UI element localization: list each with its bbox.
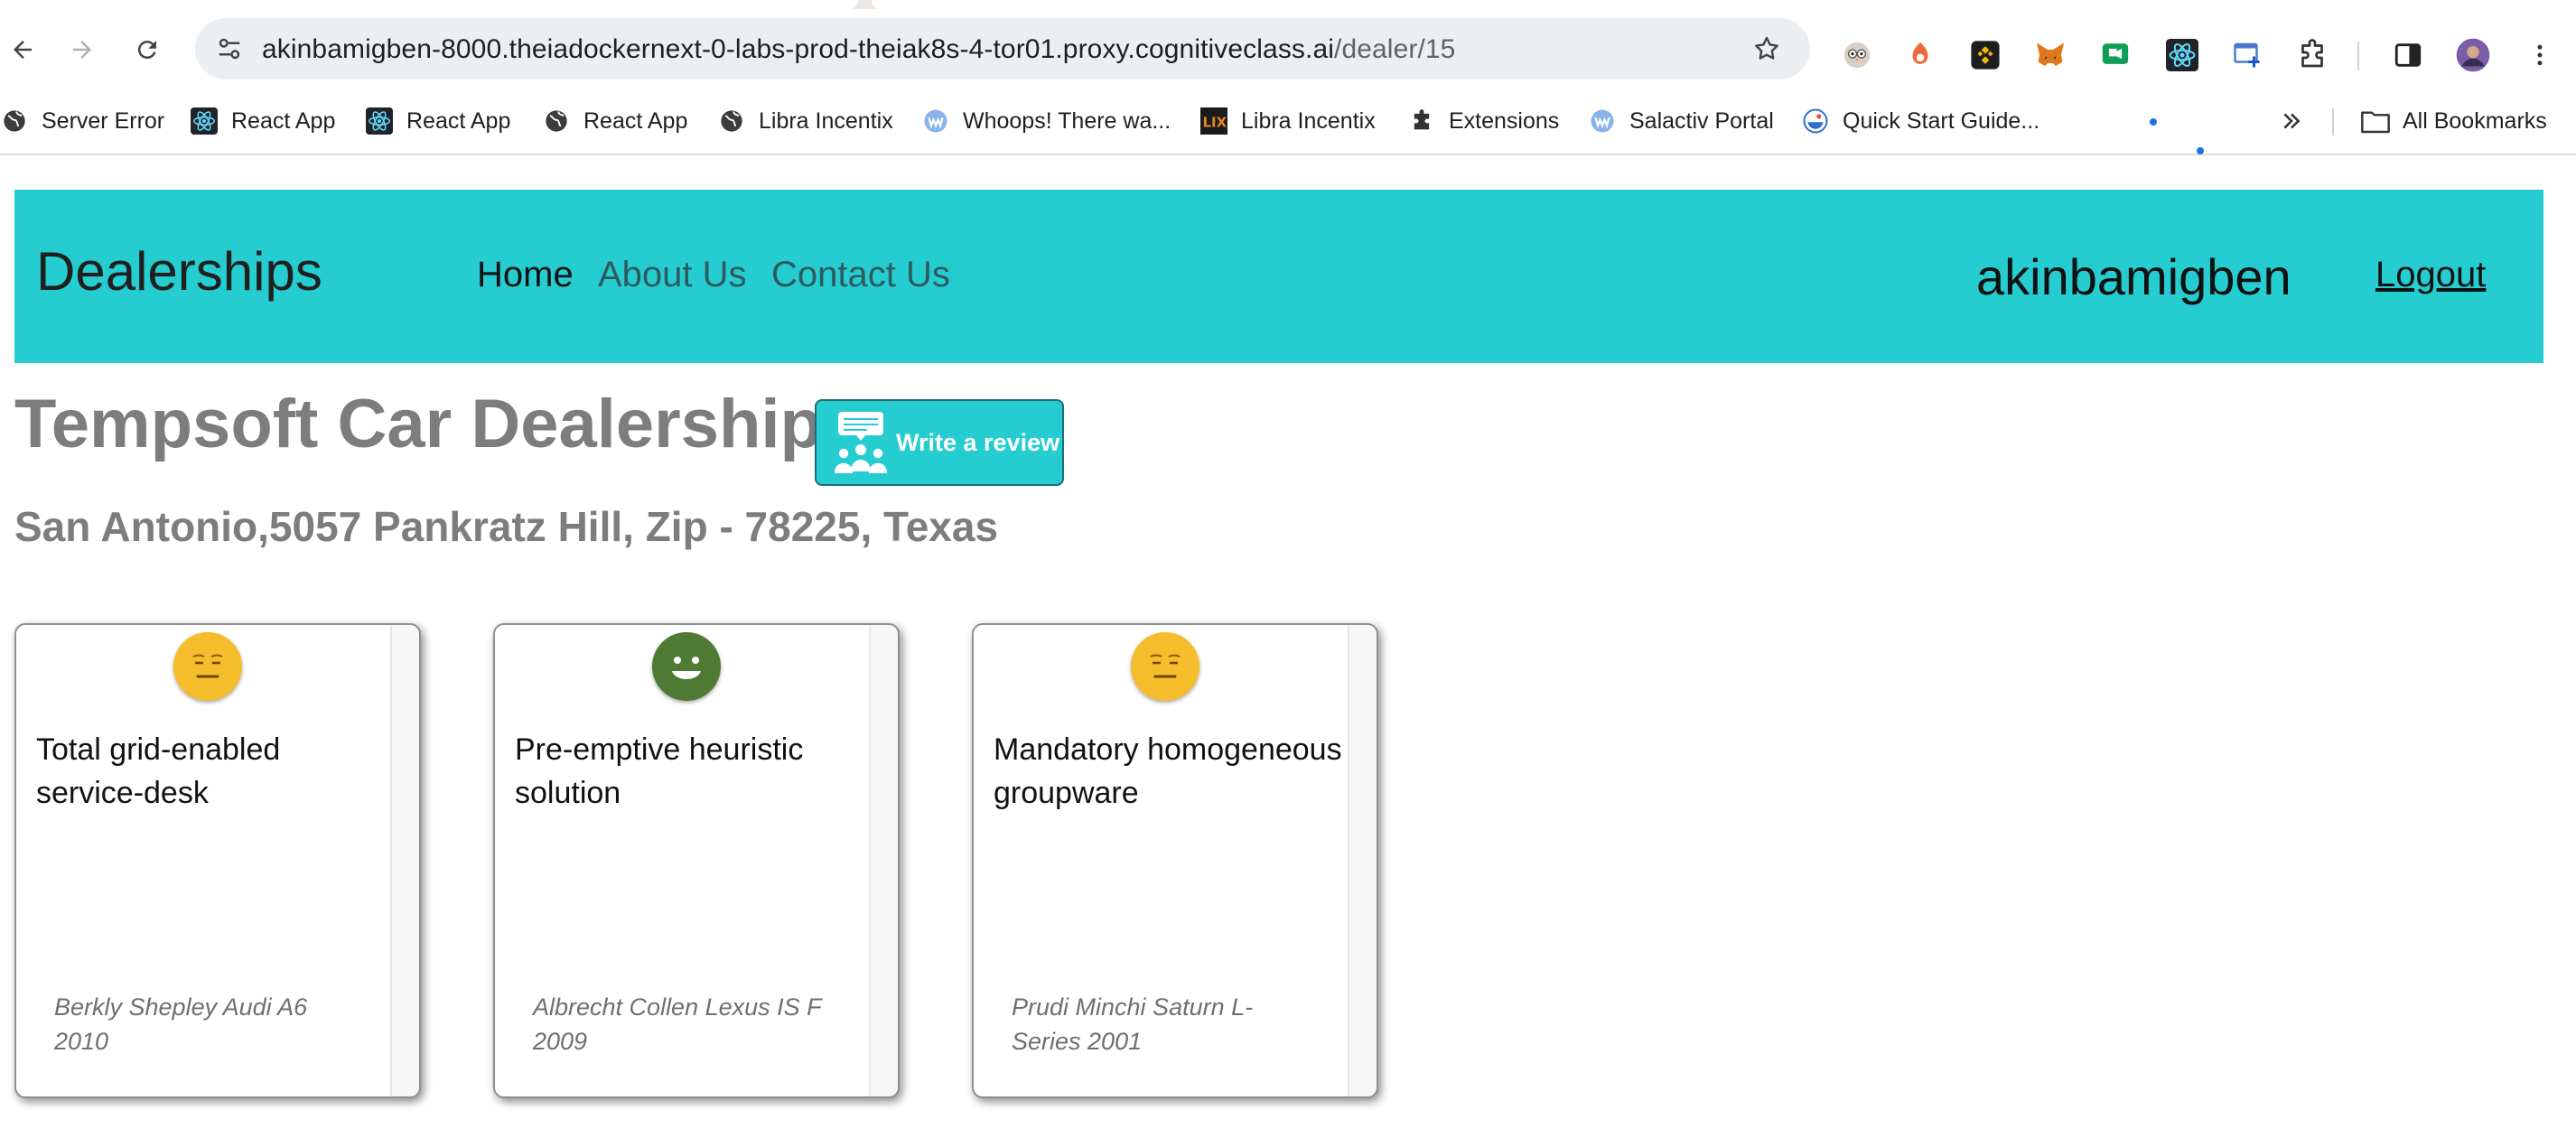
nav-home-link[interactable]: Home — [477, 255, 574, 295]
neutral-face-icon — [173, 632, 242, 701]
binance-extension-icon[interactable] — [1967, 37, 2003, 73]
nav-contact-link[interactable]: Contact Us — [771, 255, 950, 295]
bookmark-react-app[interactable]: React App — [190, 103, 335, 139]
review-car-info: Albrecht Collen Lexus IS F 2009 — [533, 993, 822, 1055]
bookmark-react-app[interactable]: React App — [542, 103, 687, 139]
react-icon — [365, 107, 394, 135]
meet-extension-icon[interactable] — [2097, 37, 2133, 73]
react-icon — [190, 107, 219, 135]
back-arrow-icon[interactable] — [0, 27, 45, 72]
toolbar-divider — [2357, 42, 2359, 70]
whoops-icon — [1588, 107, 1617, 135]
chrome-menu-icon[interactable] — [2522, 37, 2558, 73]
review-text: Total grid-enabled service-desk — [36, 732, 281, 810]
owl-extension-icon[interactable] — [1839, 37, 1875, 73]
brand-title[interactable]: Dealerships — [36, 240, 322, 303]
address-bar[interactable]: akinbamigben-8000.theiadockernext-0-labs… — [195, 18, 1810, 79]
dealer-address: San Antonio,5057 Pankratz Hill, Zip - 78… — [14, 503, 999, 550]
bookmark-server-error[interactable]: Server Error — [0, 103, 164, 139]
extensions-puzzle-icon[interactable] — [2294, 37, 2330, 73]
whoops-icon — [921, 107, 950, 135]
url-text: akinbamigben-8000.theiadockernext-0-labs… — [262, 34, 1456, 64]
review-card: Pre-emptive heuristic solution Albrecht … — [493, 623, 900, 1098]
nav-about-link[interactable]: About Us — [598, 255, 747, 295]
bookmark-whoops[interactable]: Whoops! There wa... — [921, 103, 1171, 139]
metamask-icon[interactable] — [2032, 37, 2068, 73]
folder-icon — [2361, 107, 2390, 135]
loading-dot — [2197, 147, 2204, 154]
tab-strip — [0, 0, 2576, 9]
browser-toolbar: akinbamigben-8000.theiadockernext-0-labs… — [0, 9, 2576, 92]
dealer-name: Tempsoft Car Dealership — [14, 386, 822, 462]
positive-face-icon — [652, 632, 721, 701]
loading-dot — [2150, 118, 2157, 126]
fox-extension-icon[interactable] — [1902, 37, 1938, 73]
logout-link[interactable]: Logout — [2375, 255, 2486, 295]
globe-icon — [542, 107, 571, 135]
bookmark-libra-incentix[interactable]: LIX Libra Incentix — [1199, 103, 1376, 139]
side-panel-icon[interactable] — [2390, 37, 2426, 73]
reload-icon[interactable] — [125, 27, 170, 72]
bookmark-extensions[interactable]: Extensions — [1407, 103, 1559, 139]
globe-icon — [717, 107, 746, 135]
bookmark-salactiv-portal[interactable]: Salactiv Portal — [1588, 103, 1774, 139]
svg-text:LIX: LIX — [1203, 114, 1227, 130]
react-devtools-icon[interactable] — [2164, 37, 2200, 73]
write-review-button[interactable]: Write a review — [815, 399, 1064, 486]
all-bookmarks-button[interactable]: All Bookmarks — [2361, 103, 2547, 139]
forward-arrow-icon[interactable] — [60, 27, 105, 72]
bookmarks-divider — [2332, 108, 2334, 135]
review-people-icon — [831, 410, 891, 475]
profile-avatar[interactable] — [2455, 37, 2491, 73]
lix-icon: LIX — [1199, 107, 1228, 135]
bookmark-react-app[interactable]: React App — [365, 103, 510, 139]
card-scrollbar[interactable] — [1348, 625, 1377, 1096]
site-settings-icon[interactable] — [211, 31, 247, 67]
more-bookmarks-chevron-icon[interactable] — [2280, 103, 2303, 139]
neutral-face-icon — [1131, 632, 1199, 701]
review-car-info: Prudi Minchi Saturn L-Series 2001 — [1012, 993, 1254, 1055]
screen-capture-extension-icon[interactable] — [2229, 37, 2265, 73]
review-text: Pre-emptive heuristic solution — [515, 732, 804, 810]
username-label: akinbamigben — [1976, 248, 2291, 305]
puzzle-icon — [1407, 107, 1436, 135]
card-scrollbar[interactable] — [869, 625, 898, 1096]
docker-icon — [1801, 107, 1830, 135]
card-scrollbar[interactable] — [390, 625, 419, 1096]
bookmark-libra-incentix[interactable]: Libra Incentix — [717, 103, 893, 139]
globe-icon — [0, 107, 29, 135]
review-card: Mandatory homogeneous groupware Prudi Mi… — [972, 623, 1378, 1098]
bookmarks-bar: Server Error React App React App React A… — [0, 92, 2576, 155]
bookmark-star-icon[interactable] — [1749, 31, 1785, 67]
review-card: Total grid-enabled service-desk Berkly S… — [14, 623, 421, 1098]
review-text: Mandatory homogeneous groupware — [994, 732, 1342, 810]
write-review-label: Write a review — [896, 428, 1060, 456]
review-car-info: Berkly Shepley Audi A6 2010 — [54, 993, 308, 1055]
bookmark-quick-start-guide[interactable]: Quick Start Guide... — [1801, 103, 2039, 139]
site-navbar: Dealerships Home About Us Contact Us aki… — [14, 190, 2543, 363]
